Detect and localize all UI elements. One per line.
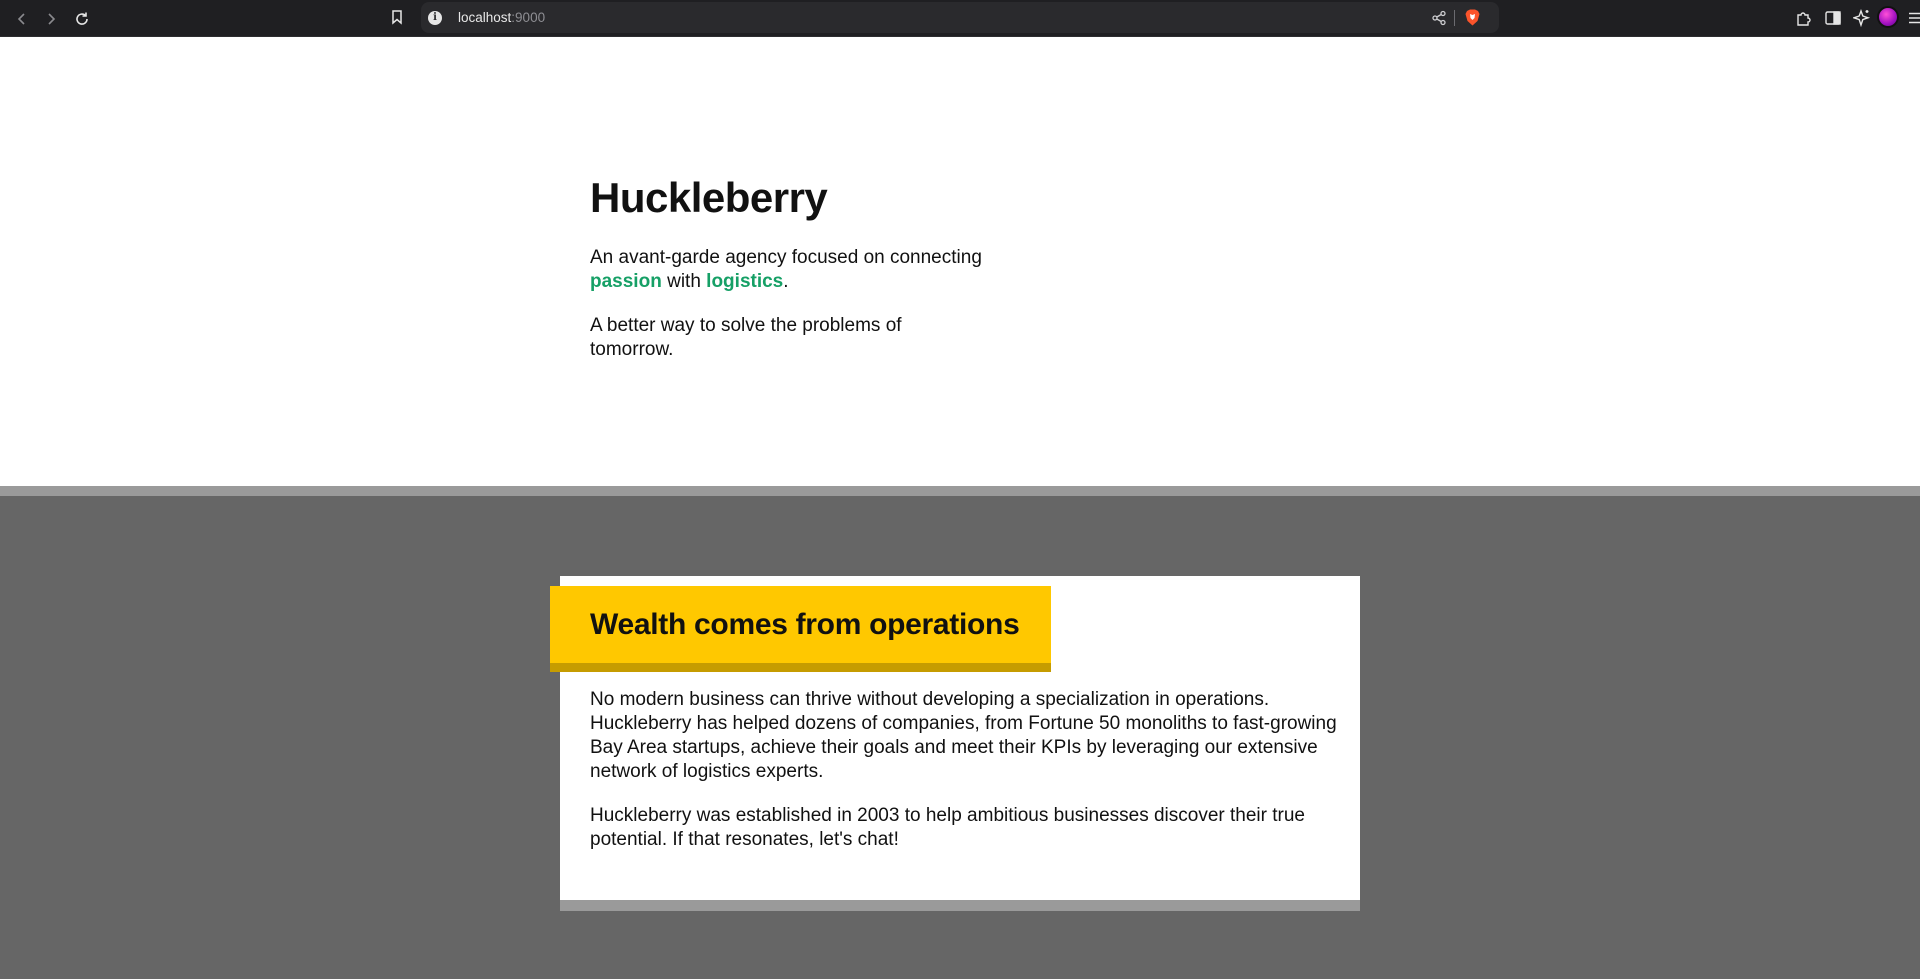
feature-body: No modern business can thrive without de… <box>590 688 1340 852</box>
hero-tagline: An avant-garde agency focused on connect… <box>590 246 1010 294</box>
tagline-highlight-passion: passion <box>590 271 662 292</box>
url-port: :9000 <box>511 10 546 25</box>
browser-toolbar: i localhost:9000 <box>0 0 1920 37</box>
bookmark-icon[interactable] <box>389 9 405 25</box>
profile-avatar[interactable] <box>1877 6 1899 28</box>
share-icon[interactable] <box>1431 10 1447 26</box>
forward-arrow-icon[interactable] <box>38 6 64 32</box>
reload-icon[interactable] <box>69 6 95 32</box>
hero-content: Huckleberry An avant-garde agency focuse… <box>590 174 1010 362</box>
tagline-text-end: . <box>783 271 789 292</box>
feature-paragraph-2: Huckleberry was established in 2003 to h… <box>590 805 1305 850</box>
brave-lion-icon[interactable] <box>1465 9 1480 26</box>
url-host: localhost <box>458 10 512 25</box>
hero-section: Huckleberry An avant-garde agency focuse… <box>0 38 1920 486</box>
hamburger-menu-icon[interactable] <box>1906 9 1920 27</box>
address-bar[interactable]: i localhost:9000 <box>421 2 1499 33</box>
tagline-text-middle: with <box>661 271 707 292</box>
tagline-text-start: An avant-garde agency focused on connect… <box>590 247 982 268</box>
band-top-border <box>0 486 1920 496</box>
back-arrow-icon[interactable] <box>9 6 35 32</box>
sidebar-icon[interactable] <box>1824 9 1842 27</box>
hero-subline: A better way to solve the problems of to… <box>590 315 902 360</box>
ai-sparkle-icon[interactable] <box>1853 9 1871 27</box>
feature-heading: Wealth comes from operations <box>590 608 1020 641</box>
page-title: Huckleberry <box>590 174 828 221</box>
address-bar-divider <box>1454 10 1455 26</box>
info-icon[interactable]: i <box>428 11 442 25</box>
feature-paragraph-1: No modern business can thrive without de… <box>590 689 1337 782</box>
url-text[interactable]: localhost:9000 <box>458 10 545 25</box>
tagline-highlight-logistics: logistics <box>706 271 784 292</box>
puzzle-icon[interactable] <box>1795 9 1813 27</box>
feature-card-bottom-border <box>560 900 1360 911</box>
feature-heading-banner: Wealth comes from operations <box>550 586 1051 672</box>
